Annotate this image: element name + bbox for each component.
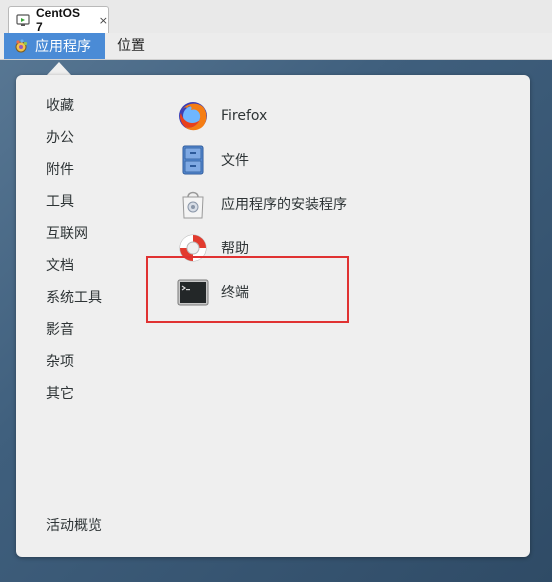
terminal-highlight-box [146,256,349,323]
app-label: Firefox [221,108,268,124]
category-system-tools[interactable]: 系统工具 [46,285,102,317]
vm-tab-centos7[interactable]: CentOS 7 × [8,6,109,34]
software-installer-icon [177,188,209,220]
gnome-foot-icon [13,38,29,54]
category-office[interactable]: 办公 [46,125,102,157]
category-accessories[interactable]: 附件 [46,157,102,189]
applications-menu-button[interactable]: 应用程序 [4,33,105,59]
category-favorites[interactable]: 收藏 [46,93,102,125]
category-internet[interactable]: 互联网 [46,221,102,253]
category-other[interactable]: 其它 [46,381,102,413]
category-documents[interactable]: 文档 [46,253,102,285]
app-files[interactable]: 文件 [177,138,347,182]
vm-tabstrip: CentOS 7 × [0,0,552,34]
category-sundry[interactable]: 杂项 [46,349,102,381]
app-software-installer[interactable]: 应用程序的安装程序 [177,182,347,226]
app-label: 应用程序的安装程序 [221,197,347,213]
vm-monitor-icon [16,13,30,27]
firefox-icon [177,100,209,132]
applications-menu-label: 应用程序 [35,39,91,55]
files-icon [177,144,209,176]
app-firefox[interactable]: Firefox [177,94,347,138]
app-label: 帮助 [221,241,249,257]
places-menu-button[interactable]: 位置 [117,33,145,59]
category-tools[interactable]: 工具 [46,189,102,221]
app-label: 文件 [221,153,249,169]
category-sound-video[interactable]: 影音 [46,317,102,349]
category-list: 收藏 办公 附件 工具 互联网 文档 系统工具 影音 杂项 其它 [46,93,102,413]
menu-pointer-arrow [47,62,71,75]
activities-overview-link[interactable]: 活动概览 [46,515,102,535]
vm-tab-label: CentOS 7 [36,6,81,34]
gnome-top-bar: 应用程序 位置 [0,33,552,60]
close-tab-icon[interactable]: × [99,14,108,27]
